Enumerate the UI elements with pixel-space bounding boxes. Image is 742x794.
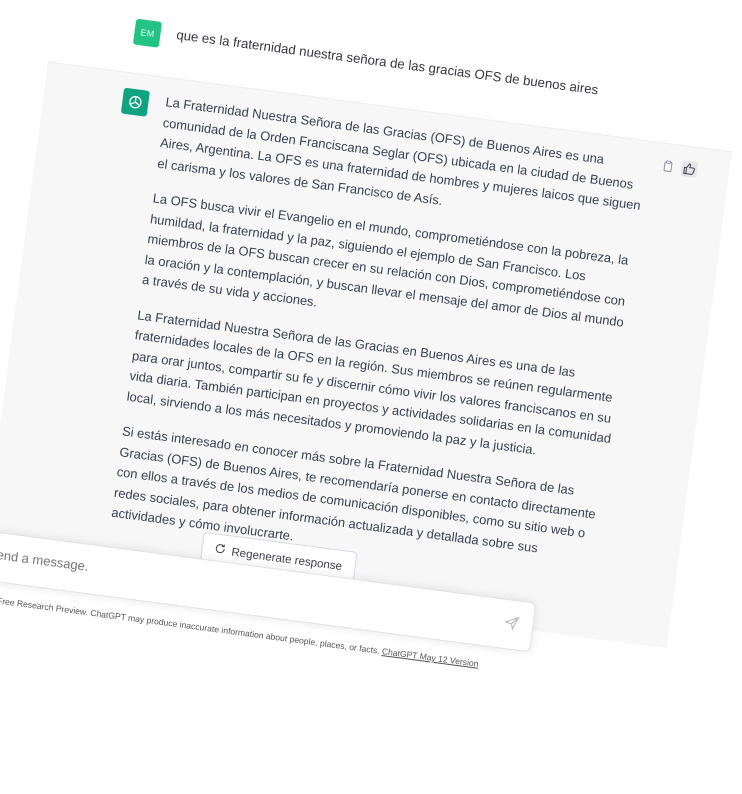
copy-icon[interactable] [659, 157, 677, 175]
user-avatar-initials: EM [139, 27, 156, 40]
version-link[interactable]: ChatGPT May 12 Version [381, 646, 479, 669]
message-actions [659, 157, 699, 179]
send-icon[interactable] [504, 615, 522, 633]
refresh-icon [214, 542, 227, 557]
chat-screen: EM que es la fraternidad nuestra señora … [0, 0, 742, 710]
user-avatar: EM [132, 18, 163, 48]
openai-logo-icon [120, 87, 150, 117]
assistant-message-text: La Fraternidad Nuestra Señora de las Gra… [108, 92, 654, 602]
chat-transcript: EM que es la fraternidad nuestra señora … [0, 0, 733, 790]
thumbs-up-icon[interactable] [680, 160, 699, 179]
